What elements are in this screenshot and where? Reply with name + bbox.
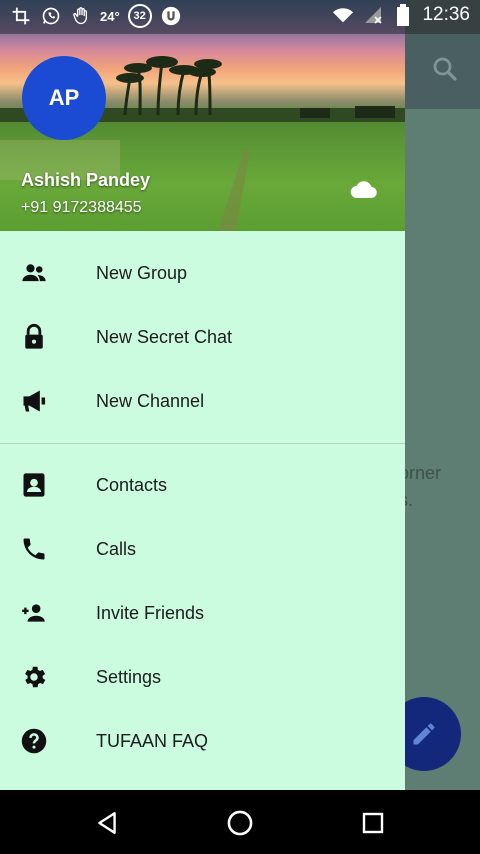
menu-item-settings[interactable]: Settings — [0, 645, 405, 709]
empty-text-line1: orner — [405, 463, 442, 483]
search-button[interactable] — [430, 54, 464, 88]
temperature-text: 24° — [100, 8, 120, 24]
whatsapp-icon — [40, 5, 62, 27]
menu-item-invite-friends[interactable]: Invite Friends — [0, 581, 405, 645]
menu-item-label: Contacts — [96, 474, 168, 495]
recents-square-icon — [362, 812, 384, 834]
pencil-icon — [413, 723, 435, 745]
back-triangle-icon — [98, 812, 116, 834]
recents-button[interactable] — [356, 806, 390, 840]
user-name: Ashish Pandey — [21, 170, 151, 190]
lock-icon — [20, 323, 48, 351]
wifi-icon — [332, 4, 354, 26]
gear-icon — [20, 663, 48, 691]
menu-item-label: New Secret Chat — [96, 326, 233, 347]
menu-item-label: Invite Friends — [96, 602, 205, 623]
vpn-shield-icon — [160, 5, 182, 27]
menu-item-label: TUFAAN FAQ — [96, 730, 209, 751]
menu-item-faq[interactable]: TUFAAN FAQ — [0, 709, 405, 773]
badge-count-icon: 32 — [127, 4, 152, 28]
system-nav-bar — [0, 790, 480, 854]
menu-item-new-group[interactable]: New Group — [0, 241, 405, 305]
add-person-icon — [20, 599, 48, 627]
search-icon — [433, 57, 457, 81]
cloud-icon — [350, 181, 377, 199]
menu-item-label: Calls — [96, 538, 137, 559]
empty-text-line2: s. — [405, 490, 414, 510]
avatar[interactable]: AP — [22, 56, 106, 140]
back-button[interactable] — [90, 806, 124, 840]
saved-messages-button[interactable] — [344, 172, 384, 208]
drawer-header: AP Ashish Pandey +91 9172388455 — [0, 0, 405, 231]
menu-item-label: Settings — [96, 666, 162, 687]
empty-state-text: orner s. — [405, 460, 475, 514]
menu-item-label: New Group — [96, 262, 188, 283]
status-bar: 24° 32 12:36 — [0, 0, 480, 34]
crop-icon — [10, 5, 32, 27]
user-phone: +91 9172388455 — [21, 199, 142, 216]
home-circle-icon — [227, 810, 253, 836]
signal-icon — [362, 4, 384, 26]
badge-count-text: 32 — [133, 10, 146, 22]
clock-time: 12:36 — [422, 4, 470, 25]
megaphone-icon — [20, 387, 48, 415]
menu-item-calls[interactable]: Calls — [0, 517, 405, 581]
navigation-drawer: AP Ashish Pandey +91 9172388455 New Grou… — [0, 0, 405, 790]
avatar-initials: AP — [48, 85, 80, 110]
drawer-menu: New Group New Secret Chat New Channel Co… — [0, 231, 405, 773]
phone-icon — [20, 535, 48, 563]
hand-icon — [70, 5, 92, 27]
contacts-icon — [20, 471, 48, 499]
menu-item-contacts[interactable]: Contacts — [0, 453, 405, 517]
menu-item-new-channel[interactable]: New Channel — [0, 369, 405, 433]
battery-icon — [392, 4, 414, 26]
menu-item-new-secret-chat[interactable]: New Secret Chat — [0, 305, 405, 369]
menu-divider — [0, 443, 405, 444]
home-button[interactable] — [223, 806, 257, 840]
group-icon — [20, 259, 48, 287]
help-icon — [20, 727, 48, 755]
menu-item-label: New Channel — [96, 390, 205, 411]
